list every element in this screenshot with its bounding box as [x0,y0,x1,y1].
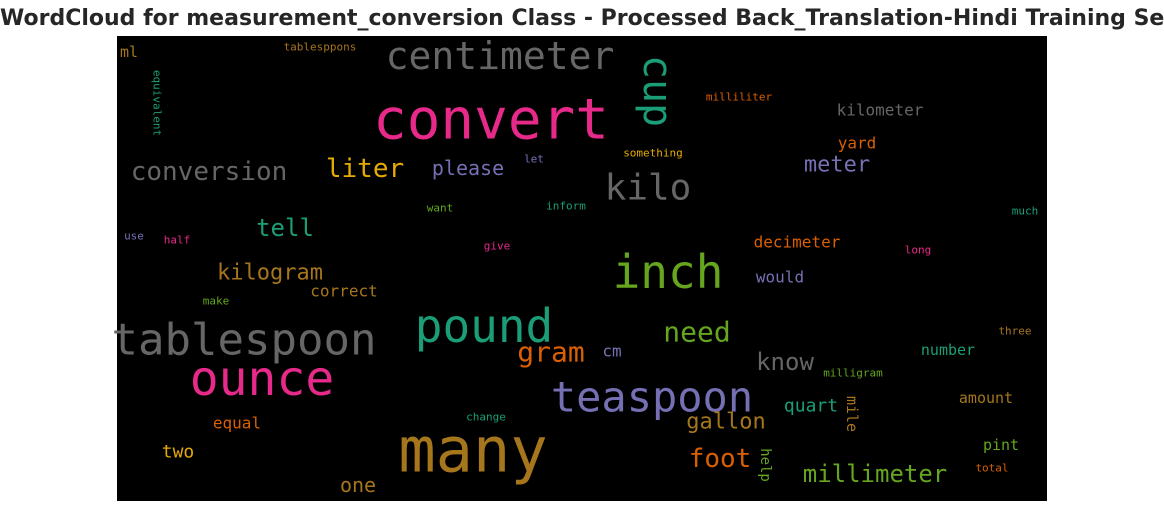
word-quart: quart [784,396,838,417]
word-ml: ml [120,43,138,61]
word-many: many [398,414,547,487]
word-long: long [905,244,932,257]
word-number: number [921,341,975,359]
word-milligram: milligram [823,367,883,380]
word-foot: foot [689,444,752,474]
word-help: help [757,448,773,482]
word-convert: convert [373,88,609,153]
word-mile: mile [843,396,861,432]
word-cup: cup [634,55,680,127]
word-equal: equal [213,414,261,433]
word-gram: gram [517,336,584,369]
word-change: change [466,411,506,424]
word-centimeter: centimeter [386,34,615,78]
word-kilo: kilo [605,168,692,209]
word-gallon: gallon [686,410,765,435]
word-half: half [164,234,191,247]
word-millimeter: millimeter [803,460,948,488]
word-want: want [427,202,454,215]
word-three: three [998,325,1031,338]
word-something: something [623,147,683,160]
word-pint: pint [983,436,1019,454]
word-kilogram: kilogram [217,261,323,286]
word-conversion: conversion [131,157,288,187]
word-please: please [432,156,504,180]
word-make: make [203,295,230,308]
word-tell: tell [256,214,314,242]
word-total: total [975,462,1008,475]
word-yard: yard [838,134,877,153]
word-need: need [663,316,730,349]
word-tablespoon: tablespoon [112,315,377,366]
word-amount: amount [959,389,1013,407]
word-cm: cm [602,342,621,361]
word-one: one [340,473,376,497]
word-give: give [484,240,511,253]
word-much: much [1012,205,1039,218]
word-know: know [756,348,814,376]
word-would: would [756,268,804,287]
wordcloud-chart: manyconvertounceinchpoundtablespoonteasp… [112,34,1047,501]
word-liter: liter [326,154,404,184]
word-decimeter: decimeter [754,233,841,252]
word-meter: meter [804,153,870,178]
word-two: two [162,442,195,463]
word-tablesppons: tablesppons [284,41,357,54]
word-let: let [524,153,544,166]
word-milliliter: milliliter [706,91,773,104]
word-use: use [124,230,144,243]
word-inform: inform [546,200,586,213]
word-inch: inch [613,245,724,299]
word-equivalent: equivalent [151,70,164,136]
word-kilometer: kilometer [837,101,924,120]
word-correct: correct [310,282,377,301]
